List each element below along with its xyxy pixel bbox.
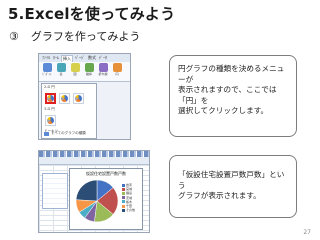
ribbon-toolbar: ﾋﾟﾎﾞｯﾄ 表 図 縦棒 折れ線 円 <box>39 62 130 82</box>
pie-chart-icon <box>75 95 82 102</box>
column-chart-icon <box>84 63 94 72</box>
line-chart-icon <box>98 63 108 72</box>
pie-3d-options <box>42 113 96 128</box>
table-icon <box>56 63 66 72</box>
legend-item: その他 <box>122 208 135 212</box>
all-chart-types-link[interactable]: すべてのグラフの種類 <box>44 131 86 136</box>
pie-chart-plot <box>75 179 119 223</box>
pie-option-3d[interactable] <box>45 115 56 126</box>
subtitle-number: ③ <box>9 30 19 43</box>
section-3d-pie-label: 3-D 円 <box>44 107 55 111</box>
pie-option-bar-of-pie[interactable] <box>73 93 84 104</box>
picture-button[interactable]: 図 <box>69 63 81 80</box>
picture-icon <box>70 63 80 72</box>
slide-subtitle: ③ グラフを作ってみよう <box>9 28 140 44</box>
pie-chart-icon <box>47 95 54 102</box>
callout-text: 「仮設住宅設置戸数戸数」という グラフが表示されます。 <box>178 170 285 200</box>
legend-swatch <box>122 200 125 204</box>
callout-select-pie: 円グラフの種類を決めるメニューが 表示されますので、ここでは「円」を 選択してク… <box>169 55 297 137</box>
chart-title: 仮設住宅設置戸数戸数 <box>86 171 126 176</box>
legend-swatch <box>122 183 125 187</box>
callout-chart-shown: 「仮設住宅設置戸数戸数」という グラフが表示されます。 <box>169 155 297 218</box>
section-2d-pie-label: 2-D 円 <box>44 85 55 89</box>
legend-swatch <box>122 204 125 208</box>
ribbon-toolbar <box>39 157 149 165</box>
ribbon-tab-bar: ﾌｧｲﾙ ﾎｰﾑ 挿入 ﾍﾟｰｼﾞ 数式 ﾃﾞｰﾀ <box>39 54 130 62</box>
ribbon-tab[interactable]: ﾎｰﾑ <box>52 54 60 62</box>
pie-chart-icon <box>61 95 68 102</box>
pie-2d-options <box>42 91 96 106</box>
legend-swatch <box>122 196 125 200</box>
pie-option-exploded[interactable] <box>59 93 70 104</box>
table-button[interactable]: 表 <box>55 63 67 80</box>
legend-swatch <box>122 208 125 212</box>
column-chart-button[interactable]: 縦棒 <box>83 63 95 80</box>
pivot-table-icon <box>42 63 52 72</box>
ribbon-tab[interactable]: ﾍﾟｰｼﾞ <box>74 54 86 62</box>
legend-swatch <box>122 192 125 195</box>
ribbon-tab[interactable]: 数式 <box>87 54 97 62</box>
data-range[interactable] <box>42 173 68 209</box>
pie-slice-6[interactable] <box>75 179 98 202</box>
pie-chart-type-dropdown: 2-D 円 3-D 円 ドーナツ すべてのグラフの種類 <box>41 83 97 139</box>
ribbon-tab[interactable]: ﾌｧｲﾙ <box>41 54 51 62</box>
chart-legend: 岩手 宮城 福島 茨城 栃木 千葉 その他 <box>122 183 135 212</box>
subtitle-text: グラフを作ってみよう <box>30 30 141 43</box>
ribbon-tab-insert[interactable]: 挿入 <box>61 54 73 62</box>
legend-label: その他 <box>126 208 136 213</box>
excel-insert-menu-screenshot: ﾌｧｲﾙ ﾎｰﾑ 挿入 ﾍﾟｰｼﾞ 数式 ﾃﾞｰﾀ ﾋﾟﾎﾞｯﾄ 表 図 縦棒 … <box>38 53 131 140</box>
page-number: 27 <box>303 229 311 236</box>
pivot-table-button[interactable]: ﾋﾟﾎﾞｯﾄ <box>41 63 53 80</box>
legend-swatch <box>122 187 125 191</box>
excel-pie-chart-screenshot: 仮設住宅設置戸数戸数 岩手 宮城 福島 茨城 栃木 千葉 その他 <box>38 150 150 233</box>
callout-text: 円グラフの種類を決めるメニューが 表示されますので、ここでは「円」を 選択してク… <box>178 64 285 115</box>
slide-title: 5.Excelを使ってみよう <box>8 5 176 23</box>
chart-icon <box>44 131 49 136</box>
pie-chart[interactable]: 仮設住宅設置戸数戸数 岩手 宮城 福島 茨城 栃木 千葉 その他 <box>69 168 143 230</box>
ribbon-tab[interactable]: ﾃﾞｰﾀ <box>98 54 108 62</box>
pie-chart-icon <box>47 117 54 124</box>
pie-chart-button[interactable]: 円 <box>111 63 123 80</box>
line-chart-button[interactable]: 折れ線 <box>97 63 109 80</box>
pie-option-selected[interactable] <box>45 93 56 104</box>
pie-chart-icon <box>112 63 122 72</box>
